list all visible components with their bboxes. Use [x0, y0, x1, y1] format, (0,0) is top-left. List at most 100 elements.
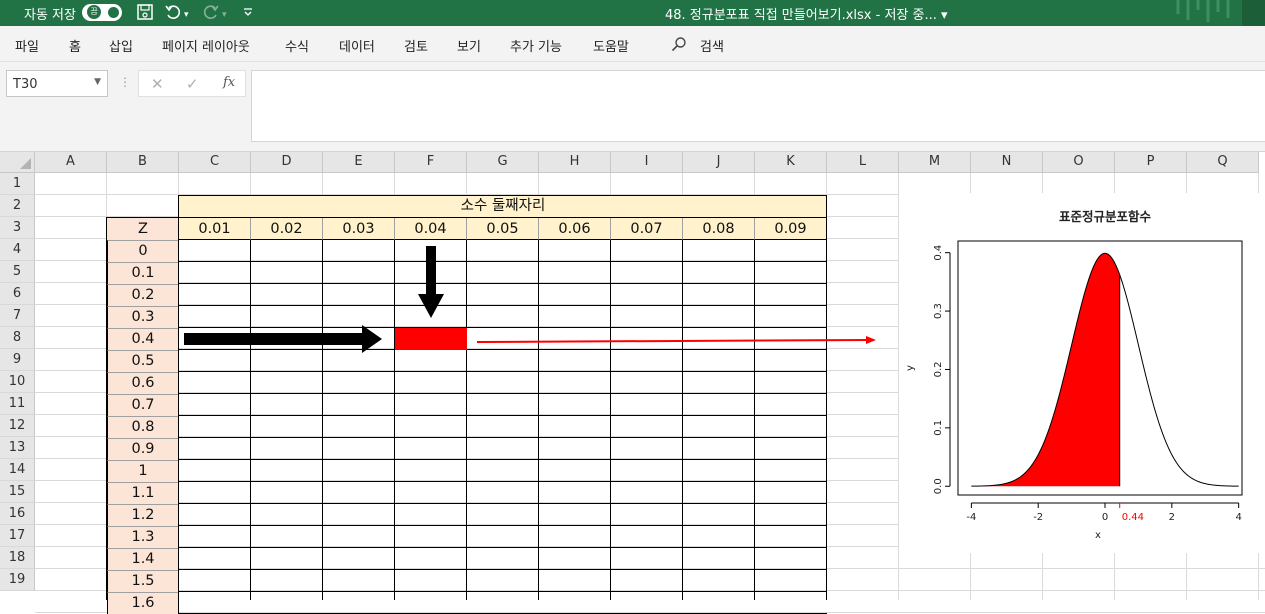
z-value-cell[interactable]: 1.1 [107, 482, 179, 504]
z-value-cell[interactable]: 1.6 [107, 592, 179, 614]
save-icon[interactable] [136, 3, 154, 25]
column-header[interactable]: P [1115, 152, 1187, 173]
z-value-cell[interactable]: 1.3 [107, 526, 179, 548]
autosave-toggle[interactable]: 끔 [82, 4, 122, 21]
column-header[interactable]: I [611, 152, 683, 173]
tab-data[interactable]: 데이터 [339, 36, 375, 55]
merged-title-cell[interactable]: 소수 둘째자리 [179, 196, 827, 218]
row-header[interactable]: 3 [0, 217, 35, 239]
decimal-header-cell[interactable]: 0.01 [179, 218, 251, 240]
document-title[interactable]: 48. 정규분포표 직접 만들어보기.xlsx - 저장 중... ▾ [665, 4, 948, 23]
tab-file[interactable]: 파일 [15, 36, 39, 55]
column-header[interactable]: B [107, 152, 179, 173]
tab-review[interactable]: 검토 [404, 36, 428, 55]
z-value-cell[interactable]: 0.2 [107, 284, 179, 306]
row-header[interactable]: 17 [0, 525, 35, 547]
row-header[interactable]: 2 [0, 195, 35, 217]
normal-distribution-chart[interactable]: 표준정규분포함수 -4 -2 0 2 4 0.44 0.0 0.1 0.2 0.3 0.4 x y [899, 193, 1265, 553]
z-value-cell[interactable]: 0.8 [107, 416, 179, 438]
z-value-cell[interactable]: 0.5 [107, 350, 179, 372]
z-value-cell[interactable]: 0.6 [107, 372, 179, 394]
decimal-header-cell[interactable]: 0.05 [467, 218, 539, 240]
decimal-header-cell[interactable]: 0.03 [323, 218, 395, 240]
z-value-cell[interactable]: 1.4 [107, 548, 179, 570]
undo-icon[interactable] [164, 3, 182, 25]
row-header[interactable]: 14 [0, 459, 35, 481]
column-header[interactable]: C [179, 152, 251, 173]
table-border [179, 415, 827, 416]
row-header[interactable]: 19 [0, 569, 35, 591]
column-header[interactable]: L [827, 152, 899, 173]
column-header[interactable]: D [251, 152, 323, 173]
column-header[interactable]: K [755, 152, 827, 173]
column-header[interactable]: H [539, 152, 611, 173]
row-header[interactable]: 10 [0, 371, 35, 393]
tab-add-ins[interactable]: 추가 기능 [510, 36, 562, 55]
search-icon[interactable] [671, 36, 687, 52]
worksheet-grid[interactable]: ABCDEFGHIJKLMNOPQ 1 2 3 4 5 6 7 8 9 10 11 12 13 14 15 1… [0, 152, 1265, 614]
highlighted-cell[interactable] [395, 328, 467, 350]
row-header[interactable]: 7 [0, 305, 35, 327]
row-header[interactable]: 13 [0, 437, 35, 459]
z-value-cell[interactable]: 1.2 [107, 504, 179, 526]
row-header[interactable]: 8 [0, 327, 35, 349]
tab-formulas[interactable]: 수식 [285, 36, 309, 55]
cancel-icon[interactable]: ✕ [151, 75, 164, 93]
z-value-cell[interactable]: 0.4 [107, 328, 179, 350]
tab-home[interactable]: 홈 [69, 36, 81, 55]
name-box[interactable]: T30 ▼ [6, 70, 108, 97]
row-header[interactable]: 11 [0, 393, 35, 415]
row-header[interactable]: 1 [0, 173, 35, 195]
z-header-cell[interactable]: Z [107, 218, 179, 240]
row-header[interactable]: 9 [0, 349, 35, 371]
decimal-header-cell[interactable]: 0.08 [683, 218, 755, 240]
confirm-icon[interactable]: ✓ [186, 75, 199, 93]
redo-icon[interactable] [202, 3, 220, 25]
tab-insert[interactable]: 삽입 [109, 36, 133, 55]
column-header[interactable]: M [899, 152, 971, 173]
decimal-header-cell[interactable]: 0.02 [251, 218, 323, 240]
row-header[interactable]: 18 [0, 547, 35, 569]
column-header[interactable]: Q [1187, 152, 1259, 173]
table-border [179, 283, 827, 284]
z-value-cell[interactable]: 1 [107, 460, 179, 482]
chevron-down-icon[interactable]: ▼ [94, 77, 101, 87]
row-header[interactable]: 6 [0, 283, 35, 305]
search-label[interactable]: 검색 [700, 36, 724, 55]
table-border [754, 240, 755, 600]
column-header[interactable]: A [35, 152, 107, 173]
tab-view[interactable]: 보기 [457, 36, 481, 55]
table-border [826, 195, 827, 600]
select-all-corner[interactable] [0, 152, 35, 173]
column-header[interactable]: G [467, 152, 539, 173]
redo-dropdown-icon[interactable]: ▾ [222, 6, 227, 24]
z-value-cell[interactable]: 1.5 [107, 570, 179, 592]
z-value-cell[interactable]: 0.9 [107, 438, 179, 460]
undo-dropdown-icon[interactable]: ▾ [184, 6, 189, 24]
tab-help[interactable]: 도움말 [593, 36, 629, 55]
z-value-cell[interactable]: 0.1 [107, 262, 179, 284]
z-value-cell[interactable]: 0 [107, 240, 179, 262]
column-header[interactable]: E [323, 152, 395, 173]
row-header[interactable]: 12 [0, 415, 35, 437]
decimal-header-cell[interactable]: 0.06 [539, 218, 611, 240]
x-tick-label: -2 [1033, 512, 1043, 523]
row-header[interactable]: 5 [0, 261, 35, 283]
decimal-header-cell[interactable]: 0.04 [395, 218, 467, 240]
decimal-header-cell[interactable]: 0.09 [755, 218, 827, 240]
column-header[interactable]: F [395, 152, 467, 173]
column-header[interactable]: O [1043, 152, 1115, 173]
row-header[interactable]: 4 [0, 239, 35, 261]
column-header[interactable]: N [971, 152, 1043, 173]
insert-function-icon[interactable]: fx [223, 75, 235, 90]
customize-toolbar-icon[interactable] [242, 4, 254, 26]
z-value-cell[interactable]: 0.7 [107, 394, 179, 416]
more-options-icon[interactable]: ⋮ [119, 75, 131, 89]
decimal-header-cell[interactable]: 0.07 [611, 218, 683, 240]
formula-input[interactable] [251, 70, 1265, 142]
column-header[interactable]: J [683, 152, 755, 173]
z-value-cell[interactable]: 0.3 [107, 306, 179, 328]
row-header[interactable]: 15 [0, 481, 35, 503]
tab-page-layout[interactable]: 페이지 레이아웃 [162, 36, 250, 55]
row-header[interactable]: 16 [0, 503, 35, 525]
